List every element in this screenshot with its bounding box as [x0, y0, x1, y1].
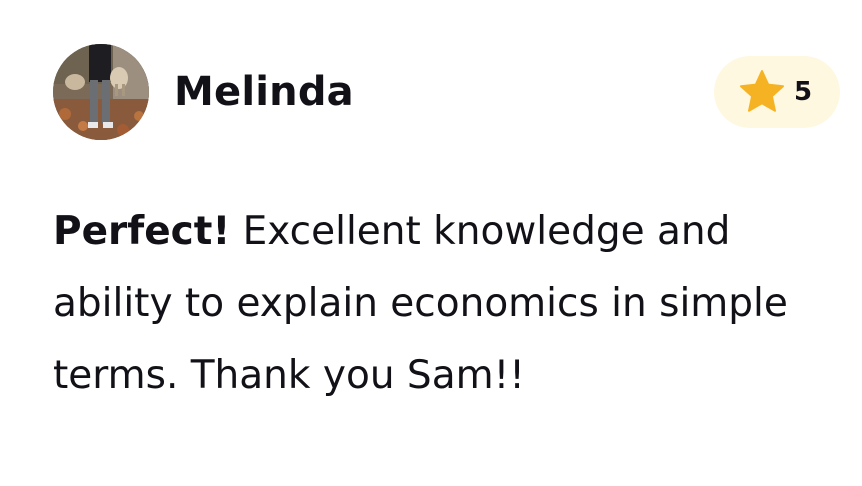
avatar [53, 44, 149, 140]
review-headline: Perfect! [53, 209, 231, 254]
rating-value: 5 [794, 77, 813, 107]
review-card: Melinda 5 Perfect! Excellent knowledge a… [0, 0, 862, 486]
review-text: Perfect! Excellent knowledge and ability… [53, 196, 853, 412]
reviewer-name: Melinda [174, 69, 354, 115]
rating-badge: 5 [714, 56, 840, 128]
review-header: Melinda 5 [53, 44, 840, 140]
avatar-photo [53, 44, 149, 140]
star-icon [740, 70, 784, 112]
